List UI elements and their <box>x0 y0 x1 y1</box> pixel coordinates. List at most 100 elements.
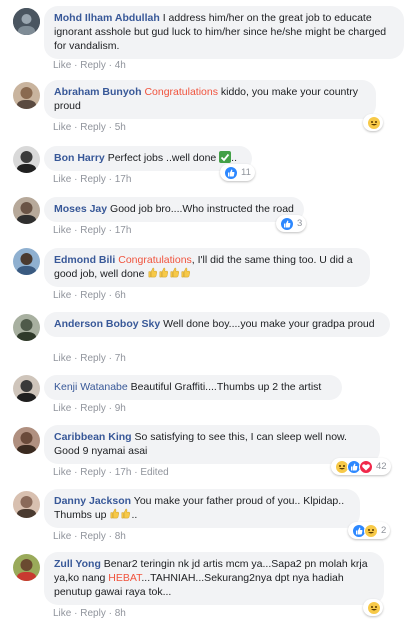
comment-actions: Like · Reply · 5h <box>53 122 126 133</box>
comment-text-tail: .. <box>131 509 138 521</box>
reply-link[interactable]: Reply <box>80 531 106 542</box>
edited-label[interactable]: Edited <box>140 467 168 478</box>
timestamp[interactable]: 7h <box>115 353 126 364</box>
timestamp[interactable]: 9h <box>115 403 126 414</box>
reply-link[interactable]: Reply <box>80 174 106 185</box>
separator: · <box>74 403 78 414</box>
avatar[interactable] <box>13 491 40 518</box>
reply-link[interactable]: Reply <box>80 225 106 236</box>
reaction-count: 42 <box>376 461 387 472</box>
comment-bubble: Abraham Bunyoh Congratulations kiddo, yo… <box>44 80 376 119</box>
avatar[interactable] <box>13 375 40 402</box>
timestamp[interactable]: 8h <box>115 531 126 542</box>
highlighted-word[interactable]: HEBAT <box>108 572 141 584</box>
comment-text: Good job bro....Who instructed the road <box>110 203 294 215</box>
comment-author[interactable]: Anderson Boboy Sky <box>54 318 160 330</box>
comment-actions: Like · Reply · 17h <box>53 225 131 236</box>
like-link[interactable]: Like <box>53 353 71 364</box>
avatar[interactable] <box>13 248 40 275</box>
comment-author[interactable]: Bon Harry <box>54 152 105 164</box>
comment-bubble: Mohd Ilham Abdullah I address him/her on… <box>44 6 404 59</box>
timestamp[interactable]: 17h <box>115 174 132 185</box>
timestamp[interactable]: 17h <box>115 467 132 478</box>
separator: · <box>74 531 78 542</box>
like-link[interactable]: Like <box>53 608 71 619</box>
reply-link[interactable]: Reply <box>80 60 106 71</box>
comment-author[interactable]: Zull Yong <box>54 558 101 570</box>
avatar[interactable] <box>13 8 40 35</box>
timestamp[interactable]: 17h <box>115 225 132 236</box>
reaction-summary[interactable]: 11 <box>220 164 255 181</box>
separator: · <box>108 122 112 133</box>
comment-author[interactable]: Kenji Watanabe <box>54 381 128 393</box>
comment-bubble: Danny Jackson You make your father proud… <box>44 489 360 528</box>
reply-link[interactable]: Reply <box>80 403 106 414</box>
like-link[interactable]: Like <box>53 60 71 71</box>
comment-author[interactable]: Moses Jay <box>54 203 107 215</box>
comment-author[interactable]: Danny Jackson <box>54 495 131 507</box>
like-link[interactable]: Like <box>53 290 71 301</box>
separator: · <box>74 60 78 71</box>
comment-author[interactable]: Caribbean King <box>54 431 132 443</box>
reply-link[interactable]: Reply <box>80 608 106 619</box>
separator: · <box>108 225 112 236</box>
comment-bubble: Edmond Bili Congratulations, I'll did the… <box>44 248 370 287</box>
like-link[interactable]: Like <box>53 225 71 236</box>
thumbs-up-emoji-icon <box>109 508 131 521</box>
separator: · <box>108 403 112 414</box>
comment-actions: Like · Reply · 8h <box>53 608 126 619</box>
reaction-summary[interactable] <box>363 599 383 616</box>
timestamp[interactable]: 8h <box>115 608 126 619</box>
reply-link[interactable]: Reply <box>80 353 106 364</box>
comment-bubble: Anderson Boboy Sky Well done boy....you … <box>44 312 390 337</box>
separator: · <box>74 467 78 478</box>
like-link[interactable]: Like <box>53 531 71 542</box>
avatar[interactable] <box>13 197 40 224</box>
avatar[interactable] <box>13 82 40 109</box>
avatar[interactable] <box>13 427 40 454</box>
separator: · <box>108 353 112 364</box>
comment-actions: Like · Reply · 4h <box>53 60 126 71</box>
reply-link[interactable]: Reply <box>80 122 106 133</box>
like-link[interactable]: Like <box>53 403 71 414</box>
reaction-summary[interactable]: 2 <box>348 522 391 539</box>
comment-text: Perfect jobs ..well done <box>107 152 217 164</box>
separator: · <box>74 122 78 133</box>
reaction-count: 11 <box>241 167 251 178</box>
comment-bubble: Caribbean King So satisfying to see this… <box>44 425 380 464</box>
avatar[interactable] <box>13 554 40 581</box>
avatar[interactable] <box>13 146 40 173</box>
reaction-summary[interactable]: 42 <box>331 458 391 475</box>
comment-author[interactable]: Mohd Ilham Abdullah <box>54 12 160 24</box>
separator: · <box>74 353 78 364</box>
avatar[interactable] <box>13 314 40 341</box>
haha-reaction-icon <box>364 523 378 538</box>
like-link[interactable]: Like <box>53 174 71 185</box>
comment-bubble: Zull Yong Benar2 teringin nk jd artis mc… <box>44 552 384 605</box>
separator: · <box>74 608 78 619</box>
reply-link[interactable]: Reply <box>80 467 106 478</box>
reaction-summary[interactable] <box>363 114 383 131</box>
comment-text-tail: .. <box>231 152 238 164</box>
comment-bubble: Moses Jay Good job bro....Who instructed… <box>44 197 304 222</box>
separator: · <box>108 174 112 185</box>
timestamp[interactable]: 5h <box>115 122 126 133</box>
like-link[interactable]: Like <box>53 467 71 478</box>
mention-tag[interactable]: Congratulations <box>118 254 192 266</box>
comment-author[interactable]: Abraham Bunyoh <box>54 86 142 98</box>
comment-text: Well done boy....you make your gradpa pr… <box>163 318 375 330</box>
thumbs-up-emoji-icon <box>147 267 191 280</box>
mention-tag[interactable]: Congratulations <box>144 86 218 98</box>
comment-actions: Like · Reply · 17h · Edited <box>53 467 169 478</box>
comment-text: Beautiful Graffiti....Thumbs up 2 the ar… <box>130 381 322 393</box>
reply-link[interactable]: Reply <box>80 290 106 301</box>
separator: · <box>74 225 78 236</box>
like-link[interactable]: Like <box>53 122 71 133</box>
reaction-summary[interactable]: 3 <box>276 215 307 232</box>
timestamp[interactable]: 4h <box>115 60 126 71</box>
comment-actions: Like · Reply · 7h <box>53 353 126 364</box>
comment-author[interactable]: Edmond Bili <box>54 254 115 266</box>
separator: · <box>108 531 112 542</box>
comment-actions: Like · Reply · 9h <box>53 403 126 414</box>
timestamp[interactable]: 6h <box>115 290 126 301</box>
